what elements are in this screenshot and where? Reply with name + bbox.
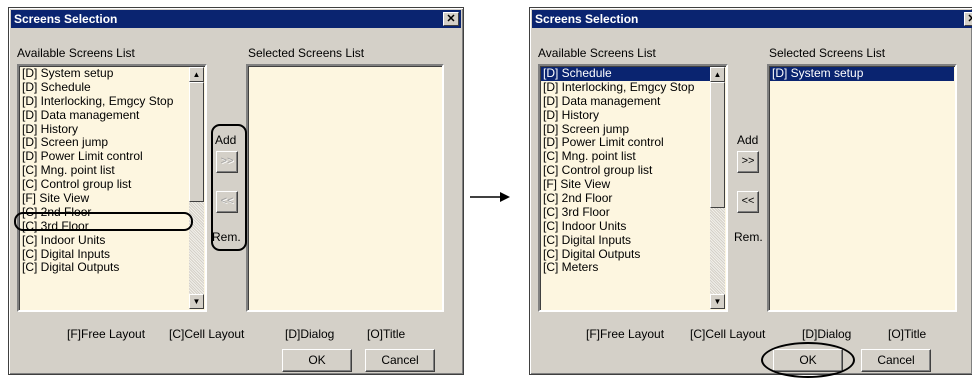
legend-dialog: [D]Dialog (285, 327, 335, 341)
list-item[interactable]: [D] Data management (541, 95, 710, 109)
legend-cell-layout: [C]Cell Layout (690, 327, 766, 341)
close-icon[interactable]: ✕ (964, 12, 972, 26)
legend-free-layout: [F]Free Layout (586, 327, 665, 341)
list-item-selected[interactable]: [D] Schedule (541, 67, 710, 81)
ok-button[interactable]: OK (282, 349, 352, 372)
site-view-highlight-callout (14, 212, 193, 231)
available-screens-label: Available Screens List (17, 46, 135, 60)
add-label: Add (737, 133, 759, 147)
list-item[interactable]: [D] Data management (20, 109, 189, 123)
list-item[interactable]: [C] Digital Inputs (541, 234, 710, 248)
remove-button[interactable]: << (737, 191, 759, 213)
title-bar: Screens Selection ✕ (11, 10, 461, 28)
scroll-thumb[interactable] (189, 82, 204, 202)
close-icon[interactable]: ✕ (443, 12, 459, 26)
selected-screens-label: Selected Screens List (248, 46, 365, 60)
screens-selection-dialog-after: Screens Selection ✕ Available Screens Li… (529, 7, 972, 378)
legend-title: [O]Title (888, 327, 927, 341)
title-bar: Screens Selection ✕ (532, 10, 972, 28)
list-item[interactable]: [D] Interlocking, Emgcy Stop (20, 95, 189, 109)
list-item[interactable]: [C] Control group list (541, 164, 710, 178)
list-item[interactable]: [D] Power Limit control (20, 150, 189, 164)
list-item[interactable]: [C] Meters (541, 261, 710, 275)
vertical-scrollbar[interactable]: ▲ ▼ (710, 67, 725, 309)
list-item[interactable]: [C] Digital Outputs (541, 248, 710, 262)
add-button[interactable]: >> (737, 151, 759, 173)
selected-screens-label: Selected Screens List (769, 46, 886, 60)
list-item[interactable]: [D] Power Limit control (541, 136, 710, 150)
list-item[interactable]: [D] Screen jump (541, 123, 710, 137)
remove-label: Rem. (734, 230, 763, 244)
available-screens-label: Available Screens List (538, 46, 656, 60)
legend-dialog: [D]Dialog (802, 327, 852, 341)
vertical-scrollbar[interactable]: ▲ ▼ (189, 67, 204, 309)
list-item[interactable]: [D] Interlocking, Emgcy Stop (541, 81, 710, 95)
list-item[interactable]: [D] History (541, 109, 710, 123)
legend-title: [O]Title (367, 327, 406, 341)
transition-arrow-icon (470, 192, 510, 202)
scroll-up-icon[interactable]: ▲ (189, 67, 204, 82)
list-item[interactable]: [D] System setup (20, 67, 189, 81)
list-item[interactable]: [C] Digital Outputs (20, 261, 189, 275)
scroll-down-icon[interactable]: ▼ (189, 294, 204, 309)
list-item[interactable]: [F] Site View (541, 178, 710, 192)
list-item[interactable]: [C] Control group list (20, 178, 189, 192)
legend-free-layout: [F]Free Layout (67, 327, 146, 341)
scroll-thumb[interactable] (710, 82, 725, 208)
list-item[interactable]: [C] Digital Inputs (20, 248, 189, 262)
ok-highlight-callout (761, 342, 855, 378)
list-item[interactable]: [D] Screen jump (20, 136, 189, 150)
list-item[interactable]: [D] History (20, 123, 189, 137)
add-remove-highlight-callout (211, 124, 247, 251)
scroll-down-icon[interactable]: ▼ (710, 294, 725, 309)
list-item[interactable]: [C] 3rd Floor (541, 206, 710, 220)
scroll-up-icon[interactable]: ▲ (710, 67, 725, 82)
list-item[interactable]: [C] Indoor Units (20, 234, 189, 248)
cancel-button[interactable]: Cancel (861, 349, 931, 372)
dialog-title: Screens Selection (14, 12, 118, 26)
screens-selection-dialog-before: Screens Selection ✕ Available Screens Li… (8, 7, 464, 375)
dialog-title: Screens Selection (535, 12, 639, 26)
list-item[interactable]: [C] Mng. point list (541, 150, 710, 164)
list-item[interactable]: [C] Mng. point list (20, 164, 189, 178)
list-item[interactable]: [C] 2nd Floor (541, 192, 710, 206)
list-item[interactable]: [C] Indoor Units (541, 220, 710, 234)
available-screens-list[interactable]: [D] System setup [D] Schedule [D] Interl… (17, 64, 207, 312)
available-screens-list[interactable]: [D] Schedule [D] Interlocking, Emgcy Sto… (538, 64, 728, 312)
legend-cell-layout: [C]Cell Layout (169, 327, 245, 341)
list-item-selected[interactable]: [D] System setup (770, 67, 954, 81)
list-item[interactable]: [F] Site View (20, 192, 189, 206)
list-item[interactable]: [D] Schedule (20, 81, 189, 95)
selected-screens-list[interactable]: [D] System setup (767, 64, 957, 312)
cancel-button[interactable]: Cancel (365, 349, 435, 372)
selected-screens-list[interactable] (246, 64, 444, 312)
